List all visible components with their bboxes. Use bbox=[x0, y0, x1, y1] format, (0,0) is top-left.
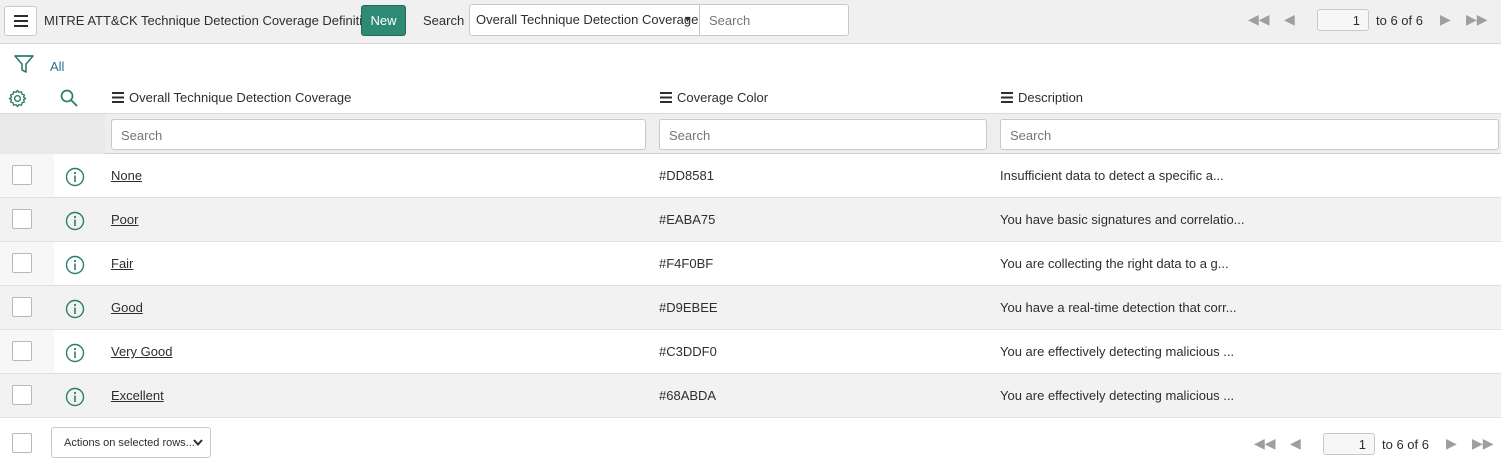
next-page-icon[interactable]: ▶ bbox=[1446, 436, 1457, 450]
description-value: You are effectively detecting malicious … bbox=[1000, 388, 1235, 403]
info-icon[interactable] bbox=[65, 211, 85, 231]
last-page-icon[interactable]: ▶▶ bbox=[1466, 12, 1488, 26]
page-title: MITRE ATT&CK Technique Detection Coverag… bbox=[44, 13, 384, 28]
description-value: You are collecting the right data to a g… bbox=[1000, 256, 1229, 271]
row-checkbox[interactable] bbox=[12, 165, 32, 185]
coverage-color-value: #D9EBEE bbox=[659, 300, 718, 315]
description-value: You are effectively detecting malicious … bbox=[1000, 344, 1235, 359]
coverage-name-link[interactable]: Good bbox=[111, 300, 143, 315]
row-select-cell bbox=[0, 198, 54, 241]
row-checkbox[interactable] bbox=[12, 297, 32, 317]
coverage-color-value: #68ABDA bbox=[659, 388, 717, 403]
previous-page-icon[interactable]: ◀ bbox=[1284, 12, 1295, 26]
actions-select-label: Actions on selected rows... bbox=[64, 437, 195, 449]
next-page-icon[interactable]: ▶ bbox=[1440, 12, 1451, 26]
row-select-cell bbox=[0, 374, 54, 417]
last-page-icon[interactable]: ▶▶ bbox=[1472, 436, 1494, 450]
page-number-input[interactable]: 1 bbox=[1323, 433, 1375, 455]
pagination-top: ◀◀ ◀ 1 to 6 of 6 ▶ ▶▶ bbox=[1240, 0, 1501, 40]
row-checkbox[interactable] bbox=[12, 209, 32, 229]
coverage-color-value: #EABA75 bbox=[659, 212, 716, 227]
table-row: Excellent #68ABDA You are effectively de… bbox=[0, 374, 1501, 418]
coverage-name-link[interactable]: Fair bbox=[111, 256, 133, 271]
list-footer: Actions on selected rows... ◀◀ ◀ 1 to 6 … bbox=[0, 417, 1501, 472]
select-all-checkbox[interactable] bbox=[12, 433, 32, 453]
coverage-color-value: #F4F0BF bbox=[659, 256, 714, 271]
row-select-cell bbox=[0, 286, 54, 329]
table-row: Fair #F4F0BF You are collecting the righ… bbox=[0, 242, 1501, 286]
list-menu-button[interactable] bbox=[4, 6, 37, 36]
column-menu-icon[interactable] bbox=[1001, 92, 1013, 103]
column-header-label: Description bbox=[1018, 90, 1084, 105]
search-label: Search bbox=[423, 13, 465, 28]
chevron-down-icon bbox=[193, 439, 203, 447]
page-number-input[interactable]: 1 bbox=[1317, 9, 1369, 31]
coverage-name-link[interactable]: Very Good bbox=[111, 344, 172, 359]
coverage-name-link[interactable]: Excellent bbox=[111, 388, 164, 403]
coverage-color-value: #C3DDF0 bbox=[659, 344, 717, 359]
info-icon[interactable] bbox=[65, 255, 85, 275]
first-page-icon[interactable]: ◀◀ bbox=[1248, 12, 1270, 26]
column-header-coverage[interactable]: Overall Technique Detection Coverage bbox=[112, 90, 351, 105]
first-page-icon[interactable]: ◀◀ bbox=[1254, 436, 1276, 450]
search-field-selected: Overall Technique Detection Coverage bbox=[476, 12, 699, 27]
coverage-name-link[interactable]: None bbox=[111, 168, 142, 183]
column-menu-icon[interactable] bbox=[112, 92, 124, 103]
page-range-text: to 6 of 6 bbox=[1376, 13, 1423, 28]
previous-page-icon[interactable]: ◀ bbox=[1290, 436, 1301, 450]
list-toolbar: MITRE ATT&CK Technique Detection Coverag… bbox=[0, 0, 1501, 44]
coverage-color-value: #DD8581 bbox=[659, 168, 714, 183]
row-checkbox[interactable] bbox=[12, 253, 32, 273]
coverage-name-link[interactable]: Poor bbox=[111, 212, 138, 227]
row-checkbox[interactable] bbox=[12, 385, 32, 405]
column-header-description[interactable]: Description bbox=[1001, 90, 1083, 105]
column-search-description[interactable]: Search bbox=[1000, 119, 1499, 150]
column-header-label: Coverage Color bbox=[677, 90, 769, 105]
description-value: You have basic signatures and correlatio… bbox=[1000, 212, 1245, 227]
table-row: Good #D9EBEE You have a real-time detect… bbox=[0, 286, 1501, 330]
search-input[interactable]: Search bbox=[699, 4, 849, 36]
filter-breadcrumb-all[interactable]: All bbox=[50, 59, 64, 74]
search-field-select[interactable]: Overall Technique Detection Coverage ▼ bbox=[469, 4, 700, 36]
column-header-row: Overall Technique Detection Coverage Cov… bbox=[0, 82, 1501, 113]
row-select-cell bbox=[0, 242, 54, 285]
search-icon[interactable] bbox=[60, 89, 78, 107]
column-header-label: Overall Technique Detection Coverage bbox=[129, 90, 352, 105]
gear-icon[interactable] bbox=[8, 89, 27, 108]
pagination-bottom: ◀◀ ◀ 1 to 6 of 6 ▶ ▶▶ bbox=[1246, 424, 1501, 464]
actions-select[interactable]: Actions on selected rows... bbox=[51, 427, 211, 458]
info-icon[interactable] bbox=[65, 343, 85, 363]
column-header-coverage-color[interactable]: Coverage Color bbox=[660, 90, 768, 105]
new-button[interactable]: New bbox=[361, 5, 406, 36]
info-icon[interactable] bbox=[65, 387, 85, 407]
search-row-spacer bbox=[0, 114, 105, 154]
filter-icon[interactable] bbox=[13, 53, 35, 75]
table-row: None #DD8581 Insufficient data to detect… bbox=[0, 154, 1501, 198]
column-menu-icon[interactable] bbox=[660, 92, 672, 103]
info-icon[interactable] bbox=[65, 299, 85, 319]
info-icon[interactable] bbox=[65, 167, 85, 187]
table-row: Very Good #C3DDF0 You are effectively de… bbox=[0, 330, 1501, 374]
row-select-cell bbox=[0, 154, 54, 197]
hamburger-icon bbox=[13, 15, 28, 27]
row-select-cell bbox=[0, 330, 54, 373]
page-range-text: to 6 of 6 bbox=[1382, 437, 1429, 452]
table-row: Poor #EABA75 You have basic signatures a… bbox=[0, 198, 1501, 242]
column-search-coverage-color[interactable]: Search bbox=[659, 119, 987, 150]
row-checkbox[interactable] bbox=[12, 341, 32, 361]
filter-bar: All bbox=[0, 45, 1501, 85]
caret-down-icon: ▼ bbox=[683, 14, 692, 24]
description-value: You have a real-time detection that corr… bbox=[1000, 300, 1237, 315]
description-value: Insufficient data to detect a specific a… bbox=[1000, 168, 1224, 183]
column-search-row: Search Search Search bbox=[0, 113, 1501, 154]
column-search-coverage[interactable]: Search bbox=[111, 119, 646, 150]
